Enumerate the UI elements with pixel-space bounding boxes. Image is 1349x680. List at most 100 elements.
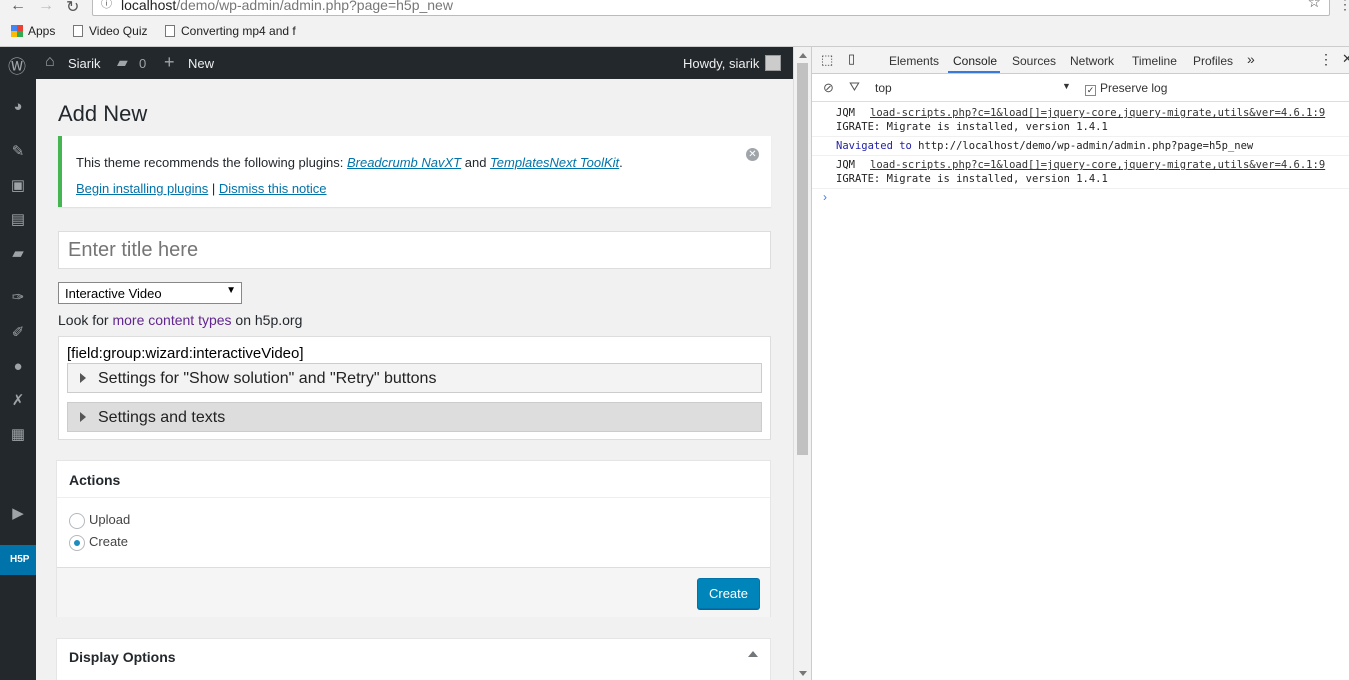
log-source-link[interactable]: load-scripts.php?c=1&load[]=jquery-core,… [870, 159, 1325, 171]
appearance-icon[interactable]: ✑ [9, 289, 27, 307]
preserve-log-checkbox[interactable]: ✓ Preserve log [1085, 81, 1167, 96]
tab-console[interactable]: Console [953, 54, 997, 68]
wp-admin-bar: Ⓦ ⌂ Siarik ▰ 0 + New Howdy, siarik [0, 47, 793, 79]
bookmark-converting[interactable]: Converting mp4 and f [165, 24, 300, 38]
comments-icon[interactable]: ▰ [117, 54, 128, 71]
display-options-header[interactable]: Display Options [69, 649, 176, 665]
close-devtools-icon[interactable]: ✕ [1342, 51, 1349, 67]
page-icon [165, 25, 175, 37]
posts-pin-icon[interactable]: ✎ [9, 143, 27, 161]
pages-icon[interactable]: ▤ [9, 211, 27, 229]
close-icon[interactable]: ✕ [746, 148, 759, 161]
plugin-link-templatesnext[interactable]: TemplatesNext ToolKit [490, 155, 619, 170]
url-path: /demo/wp-admin/admin.php?page=h5p_new [176, 0, 453, 13]
upload-radio[interactable] [69, 512, 85, 529]
tools-wrench-icon[interactable]: ✗ [9, 392, 27, 410]
log-prefix: JQM [836, 107, 855, 119]
content-type-value: Interactive Video [65, 286, 162, 301]
main-content: Add New This theme recommends the follow… [36, 79, 793, 680]
scroll-up-icon[interactable] [799, 53, 807, 58]
wordpress-logo-icon[interactable]: Ⓦ [8, 53, 26, 79]
tab-elements[interactable]: Elements [889, 54, 939, 68]
page-scrollbar[interactable] [793, 47, 811, 680]
video-play-icon[interactable]: ▶ [9, 505, 27, 523]
dropdown-arrow-icon[interactable]: ▼ [1062, 81, 1071, 91]
apps-grid-icon [11, 25, 23, 37]
notice-text: This theme recommends the following plug… [76, 155, 623, 170]
display-options-box: Display Options [56, 638, 771, 680]
site-name-link[interactable]: Siarik [68, 56, 101, 71]
comments-count[interactable]: 0 [139, 56, 146, 71]
media-icon[interactable]: ▣ [9, 177, 27, 195]
scroll-down-icon[interactable] [799, 671, 807, 676]
bookmark-label: Converting mp4 and f [181, 24, 296, 38]
back-arrow-icon[interactable]: ← [10, 0, 26, 15]
comments-icon[interactable]: ▰ [9, 245, 27, 263]
radio-label: Upload [89, 512, 131, 527]
tab-network[interactable]: Network [1070, 54, 1114, 68]
plus-icon[interactable]: + [164, 52, 175, 73]
kebab-menu-icon[interactable]: ⋮ [1319, 51, 1333, 68]
divider [812, 188, 1349, 189]
bookmark-apps[interactable]: Apps [11, 24, 55, 38]
content-type-select[interactable]: Interactive Video ▼ [58, 282, 242, 304]
group-show-solution-settings[interactable]: Settings for "Show solution" and "Retry"… [67, 363, 762, 393]
page-title: Add New [58, 101, 148, 126]
title-input[interactable] [58, 231, 771, 269]
home-icon[interactable]: ⌂ [45, 53, 55, 71]
divider [812, 155, 1349, 156]
create-radio[interactable] [69, 534, 85, 551]
notice-and: and [461, 155, 491, 170]
checkbox-checked-icon[interactable]: ✓ [1085, 85, 1096, 96]
navigated-label: Navigated to [836, 140, 912, 152]
radio-label: Create [89, 534, 129, 549]
clear-console-icon[interactable]: ⊘ [823, 80, 834, 96]
log-source-link[interactable]: load-scripts.php?c=1&load[]=jquery-core,… [870, 107, 1325, 119]
log-message: IGRATE: Migrate is installed, version 1.… [836, 173, 1108, 185]
scroll-thumb[interactable] [797, 63, 808, 455]
avatar[interactable] [765, 55, 781, 71]
tab-profiles[interactable]: Profiles [1193, 54, 1233, 68]
h5p-editor: [field:group:wizard:interactiveVideo] Se… [58, 336, 771, 440]
menu-icon[interactable]: ⋮ [1338, 0, 1349, 13]
new-content-link[interactable]: New [188, 56, 214, 71]
group-title: Settings for "Show solution" and "Retry"… [98, 370, 437, 387]
context-select[interactable]: top [875, 81, 892, 95]
settings-icon[interactable]: ▦ [9, 426, 27, 444]
forward-arrow-icon[interactable]: → [38, 0, 54, 15]
bookmark-video-quiz[interactable]: Video Quiz [73, 24, 147, 38]
collapse-arrow-icon[interactable] [748, 651, 758, 657]
create-button[interactable]: Create [697, 578, 760, 609]
log-message: IGRATE: Migrate is installed, version 1.… [836, 121, 1108, 133]
device-toolbar-icon[interactable]: ▯ [848, 51, 855, 67]
h5p-menu-item[interactable]: H5P [0, 545, 36, 575]
more-content-types-link[interactable]: more content types [112, 312, 231, 328]
navigated-url: http://localhost/demo/wp-admin/admin.php… [911, 140, 1254, 152]
look-for-text: Look for more content types on h5p.org [58, 312, 302, 328]
info-icon[interactable]: ⓘ [101, 0, 112, 11]
reload-icon[interactable]: ↻ [66, 0, 79, 17]
log-prefix: JQM [836, 159, 855, 171]
begin-installing-link[interactable]: Begin installing plugins [76, 181, 208, 196]
create-option[interactable]: Create [69, 534, 128, 551]
bookmark-star-icon[interactable]: ☆ [1308, 0, 1321, 11]
users-icon[interactable]: ● [9, 358, 27, 376]
howdy-account[interactable]: Howdy, siarik [683, 56, 759, 71]
address-bar[interactable]: ⓘ localhost/demo/wp-admin/admin.php?page… [92, 0, 1330, 16]
tab-timeline[interactable]: Timeline [1132, 54, 1177, 68]
notice-prefix: This theme recommends the following plug… [76, 155, 347, 170]
more-tabs-icon[interactable]: » [1247, 51, 1255, 67]
dashboard-icon[interactable]: ◕ [9, 98, 27, 116]
tab-sources[interactable]: Sources [1012, 54, 1056, 68]
plugin-link-breadcrumb[interactable]: Breadcrumb NavXT [347, 155, 461, 170]
console-prompt[interactable]: › [823, 190, 827, 204]
devtools-panel: ⬚ ▯ Elements Console Sources Network Tim… [811, 47, 1349, 680]
inspect-element-icon[interactable]: ⬚ [821, 52, 833, 68]
filter-icon[interactable]: ⛛ [849, 79, 860, 95]
group-title: Settings and texts [98, 409, 226, 426]
plugins-icon[interactable]: ✐ [9, 324, 27, 342]
dismiss-notice-link[interactable]: Dismiss this notice [219, 181, 327, 196]
actions-box: Actions Upload Create Create [56, 460, 771, 617]
group-settings-and-texts[interactable]: Settings and texts [67, 402, 762, 432]
upload-option[interactable]: Upload [69, 512, 130, 529]
